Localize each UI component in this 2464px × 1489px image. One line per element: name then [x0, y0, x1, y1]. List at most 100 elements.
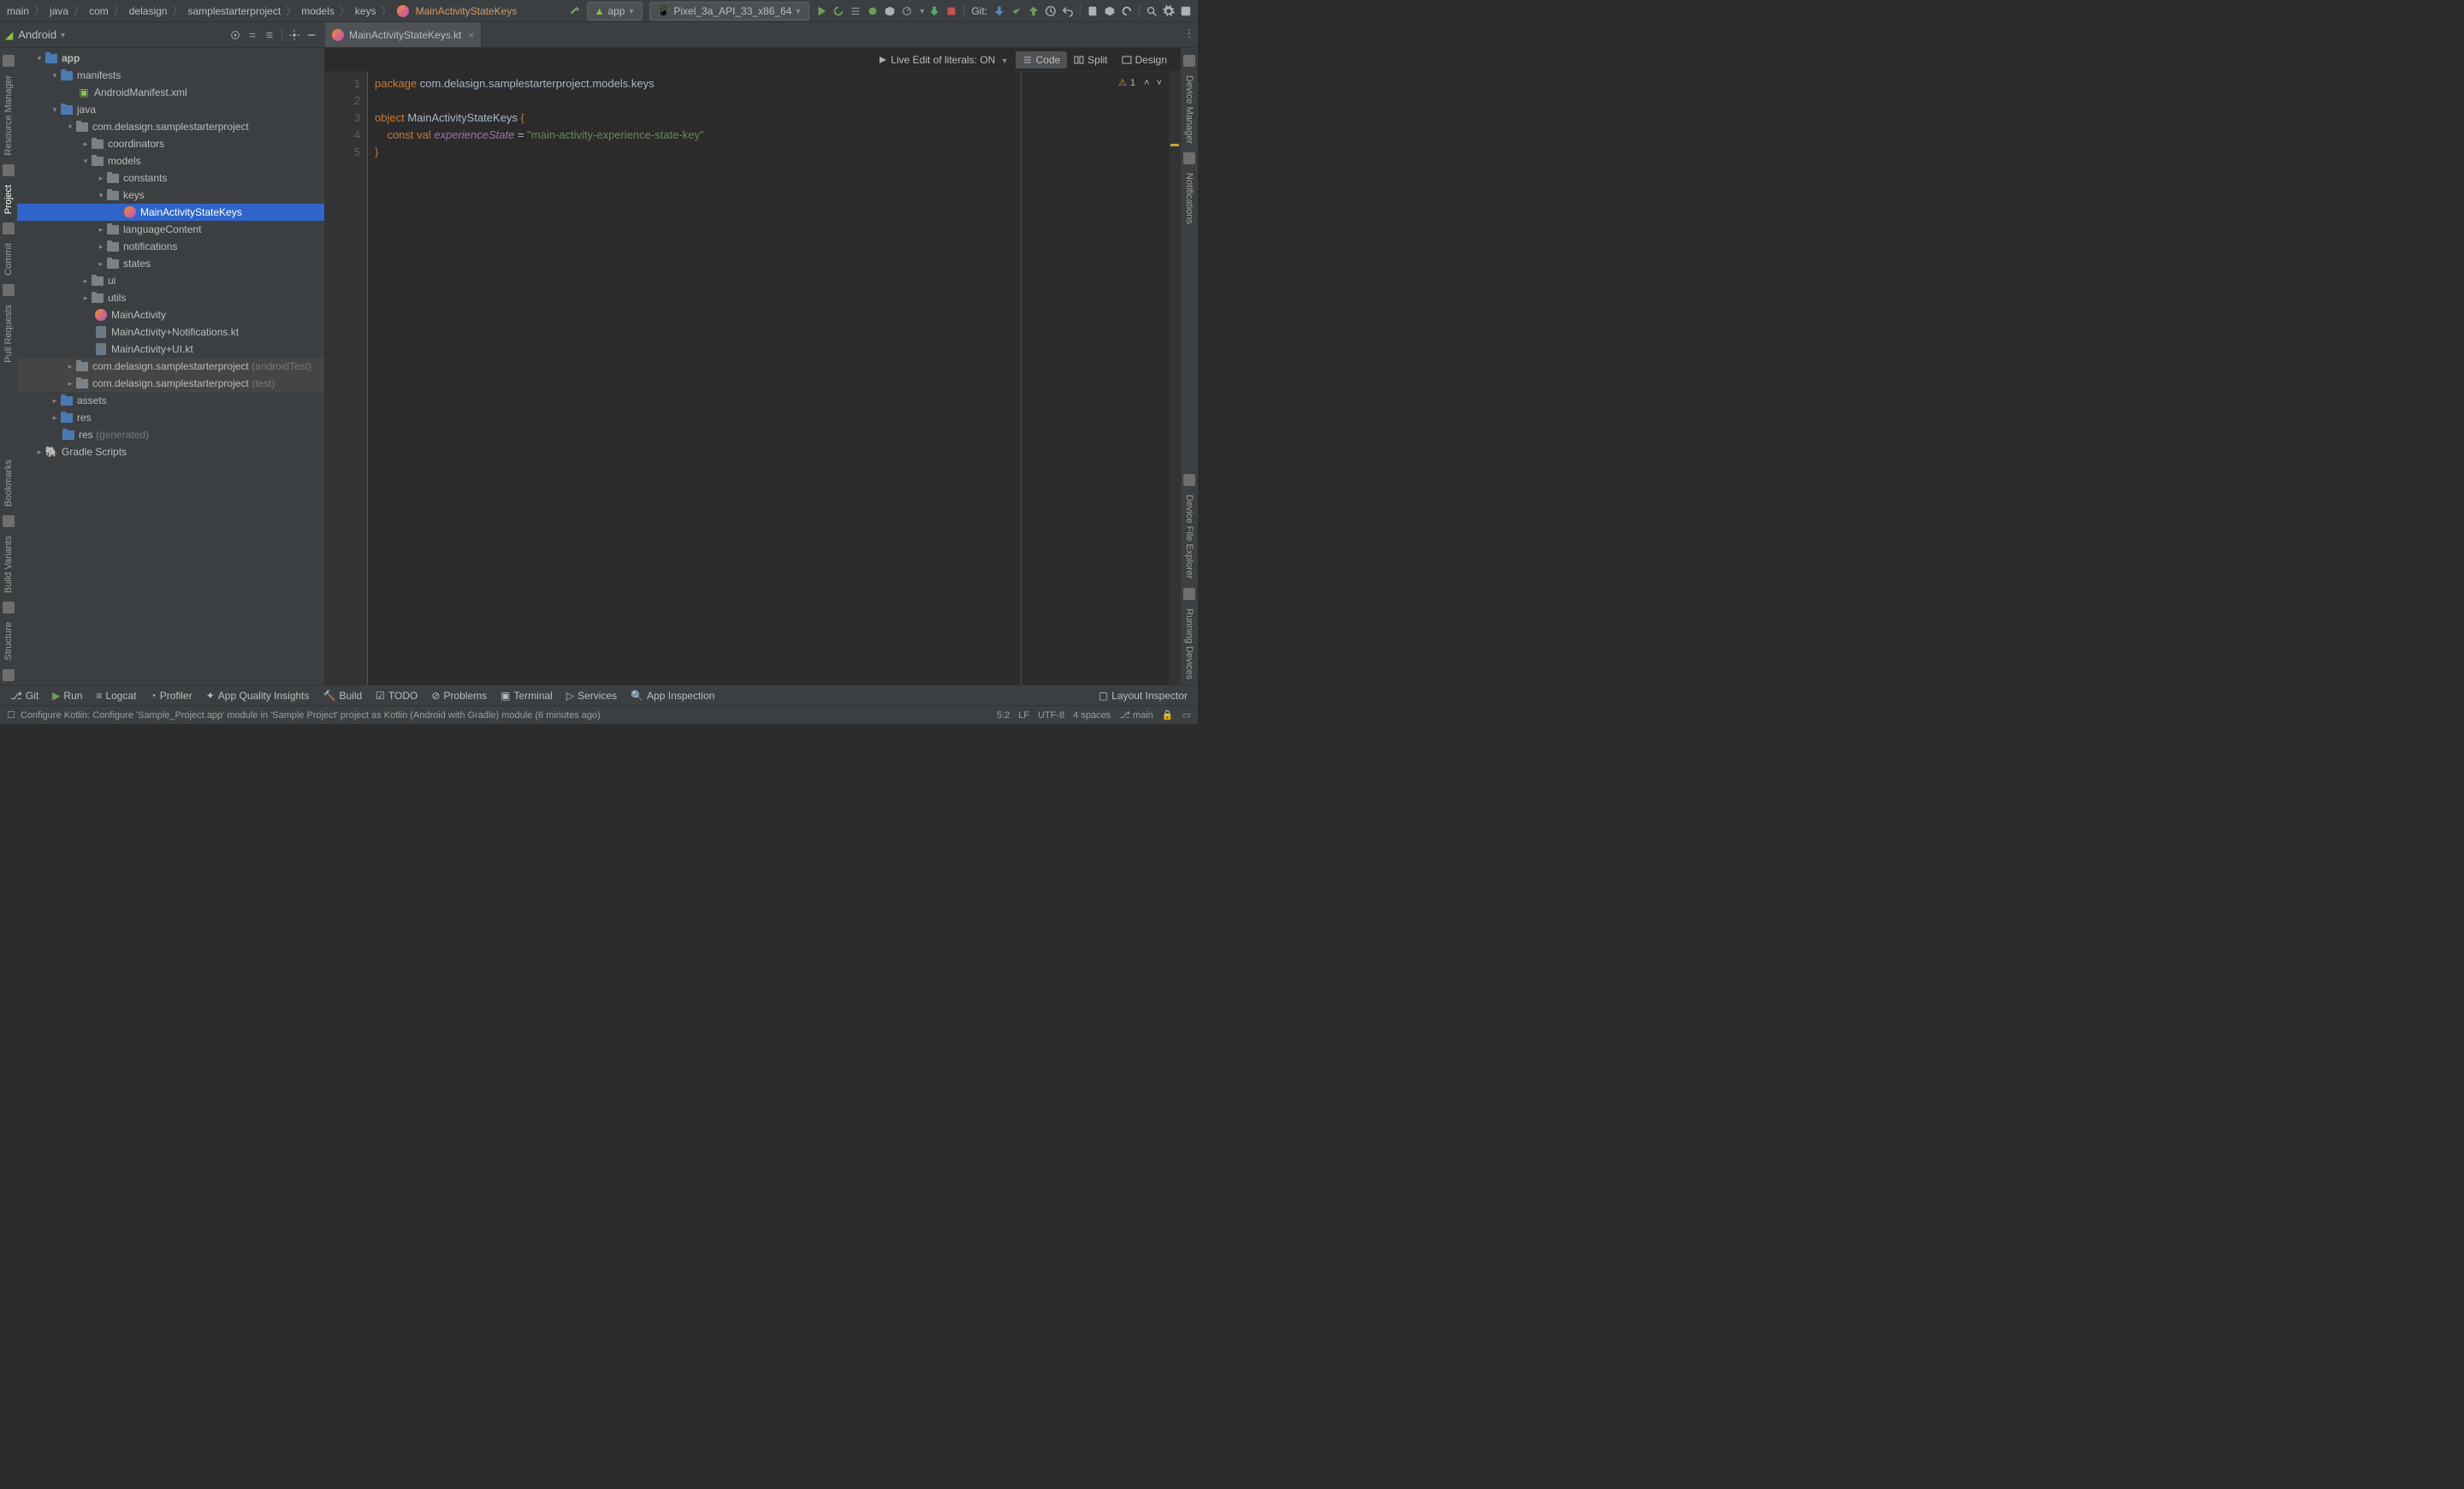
- debug-icon[interactable]: [864, 0, 881, 22]
- run-tool-tab[interactable]: ▶Run: [47, 685, 87, 706]
- device-manager-tab[interactable]: Device Manager: [1184, 70, 1194, 149]
- status-message[interactable]: Configure Kotlin: Configure 'Sample_Proj…: [21, 710, 601, 721]
- logcat-tool-tab[interactable]: ≡Logcat: [91, 685, 141, 706]
- tree-node-ui[interactable]: ▸ui: [17, 272, 324, 289]
- crumb[interactable]: keys: [352, 5, 380, 17]
- tree-node-manifest-file[interactable]: ▣AndroidManifest.xml: [17, 84, 324, 101]
- hammer-icon[interactable]: [566, 0, 583, 22]
- view-code-tab[interactable]: Code: [1016, 51, 1068, 68]
- collapse-all-icon[interactable]: [261, 24, 278, 46]
- live-edit-label[interactable]: Live Edit of literals: ON ▼: [878, 54, 1009, 66]
- git-history-icon[interactable]: [1042, 0, 1059, 22]
- tree-node-res-gen[interactable]: res (generated): [17, 426, 324, 443]
- commit-tab[interactable]: Commit: [3, 238, 14, 281]
- close-tab-icon[interactable]: ×: [468, 29, 474, 41]
- tree-node-app[interactable]: ▾app: [17, 50, 324, 67]
- crumb[interactable]: samplestarterproject: [184, 5, 284, 17]
- code-content[interactable]: package com.delasign.samplestarterprojec…: [368, 72, 1181, 685]
- build-variants-icon[interactable]: [3, 602, 15, 614]
- code-area[interactable]: 1 2 3 4 5 package com.delasign.samplesta…: [325, 72, 1181, 685]
- inspection-summary[interactable]: ⚠1˄˅: [1118, 77, 1162, 88]
- tree-node-keys[interactable]: ▾keys: [17, 187, 324, 204]
- git-tool-tab[interactable]: ⎇Git: [5, 685, 44, 706]
- project-tab[interactable]: Project: [3, 180, 14, 219]
- git-update-icon[interactable]: [991, 0, 1008, 22]
- tree-node-package[interactable]: ▾com.delasign.samplestarterproject: [17, 118, 324, 135]
- lock-icon[interactable]: 🔒: [1162, 709, 1174, 721]
- tree-node-java[interactable]: ▾java: [17, 101, 324, 118]
- project-icon[interactable]: [3, 164, 15, 176]
- resource-manager-icon[interactable]: [3, 55, 15, 67]
- run-config-selector[interactable]: ▲app▼: [587, 2, 643, 21]
- locate-icon[interactable]: [227, 24, 244, 46]
- tree-node-selected-file[interactable]: MainActivityStateKeys: [17, 204, 324, 221]
- tree-node-main-activity[interactable]: MainActivity: [17, 306, 324, 323]
- tree-node-test[interactable]: ▸com.delasign.samplestarterproject (test…: [17, 375, 324, 392]
- tree-node-res[interactable]: ▸res: [17, 409, 324, 426]
- apply-changes-icon[interactable]: [830, 0, 847, 22]
- tree-node-language-content[interactable]: ▸languageContent: [17, 221, 324, 238]
- crumb[interactable]: java: [46, 5, 72, 17]
- memory-indicator[interactable]: ▭: [1182, 709, 1191, 721]
- resource-manager-tab[interactable]: Resource Manager: [3, 70, 14, 161]
- tree-node-gradle[interactable]: ▸🐘Gradle Scripts: [17, 443, 324, 460]
- tree-node-main-ui[interactable]: MainActivity+UI.kt: [17, 341, 324, 358]
- build-variants-tab[interactable]: Build Variants: [3, 531, 14, 598]
- git-push-icon[interactable]: [1025, 0, 1042, 22]
- profiler-tool-tab[interactable]: ◔Profiler: [145, 685, 197, 706]
- error-stripe[interactable]: [1169, 72, 1181, 685]
- running-devices-tab[interactable]: Running Devices: [1184, 603, 1194, 685]
- attach-debugger-icon[interactable]: [926, 0, 943, 22]
- tree-node-models[interactable]: ▾models: [17, 152, 324, 169]
- tree-node-utils[interactable]: ▸utils: [17, 289, 324, 306]
- tree-node-states[interactable]: ▸states: [17, 255, 324, 272]
- coverage-icon[interactable]: [881, 0, 898, 22]
- tree-node-manifests[interactable]: ▾manifests: [17, 67, 324, 84]
- tree-node-notifications[interactable]: ▸notifications: [17, 238, 324, 255]
- undo-icon[interactable]: [1059, 0, 1076, 22]
- file-encoding[interactable]: UTF-8: [1038, 710, 1064, 721]
- profile-icon[interactable]: [898, 0, 915, 22]
- commit-icon[interactable]: [3, 222, 15, 234]
- caret-position[interactable]: 5:2: [997, 710, 1010, 721]
- tree-node-constants[interactable]: ▸constants: [17, 169, 324, 187]
- indent-setting[interactable]: 4 spaces: [1073, 710, 1111, 721]
- tree-node-android-test[interactable]: ▸com.delasign.samplestarterproject (andr…: [17, 358, 324, 375]
- stop-icon[interactable]: [943, 0, 960, 22]
- crumb[interactable]: main: [3, 5, 33, 17]
- tree-node-main-notif[interactable]: MainActivity+Notifications.kt: [17, 323, 324, 341]
- view-design-tab[interactable]: Design: [1115, 51, 1174, 68]
- project-view-selector[interactable]: Android▼: [18, 28, 227, 41]
- device-file-explorer-icon[interactable]: [1183, 474, 1195, 486]
- crumb-file[interactable]: MainActivityStateKeys: [412, 5, 521, 17]
- editor-tab[interactable]: MainActivityStateKeys.kt ×: [325, 22, 482, 47]
- crumb[interactable]: com: [86, 5, 112, 17]
- app-quality-tool-tab[interactable]: ✦App Quality Insights: [201, 685, 315, 706]
- notifications-tab[interactable]: Notifications: [1184, 168, 1194, 229]
- build-tool-tab[interactable]: 🔨Build: [318, 685, 368, 706]
- terminal-tool-tab[interactable]: ▣Terminal: [495, 685, 558, 706]
- layout-inspector-tool-tab[interactable]: ▢Layout Inspector: [1093, 685, 1193, 706]
- expand-all-icon[interactable]: [244, 24, 261, 46]
- crumb[interactable]: models: [298, 5, 338, 17]
- pull-requests-tab[interactable]: Pull Requests: [3, 300, 14, 368]
- avd-icon[interactable]: [1084, 0, 1101, 22]
- services-tool-tab[interactable]: ▷Services: [561, 685, 622, 706]
- run-icon[interactable]: [813, 0, 830, 22]
- structure-icon[interactable]: [3, 669, 15, 681]
- sdk-icon[interactable]: [1101, 0, 1118, 22]
- todo-tool-tab[interactable]: ☑TODO: [370, 685, 423, 706]
- notifications-icon[interactable]: [1183, 152, 1195, 164]
- git-branch[interactable]: ⎇ main: [1119, 709, 1153, 721]
- settings-icon[interactable]: [1160, 0, 1177, 22]
- tree-node-coordinators[interactable]: ▸coordinators: [17, 135, 324, 152]
- pull-requests-icon[interactable]: [3, 284, 15, 296]
- tool-settings-icon[interactable]: [286, 24, 303, 46]
- tree-node-assets[interactable]: ▸assets: [17, 392, 324, 409]
- bookmarks-tab[interactable]: Bookmarks: [3, 454, 14, 512]
- crumb[interactable]: delasign: [126, 5, 171, 17]
- account-icon[interactable]: [1177, 0, 1194, 22]
- running-devices-icon[interactable]: [1183, 588, 1195, 600]
- device-selector[interactable]: 📱Pixel_3a_API_33_x86_64▼: [649, 2, 809, 21]
- device-manager-icon[interactable]: [1183, 55, 1195, 67]
